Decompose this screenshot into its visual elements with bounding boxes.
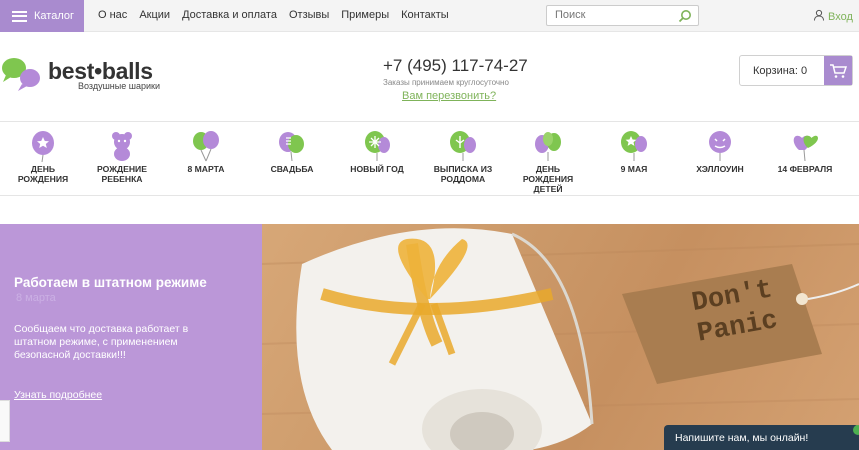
- phone-number[interactable]: +7 (495) 117-74-27: [383, 56, 528, 76]
- callback-link[interactable]: Вам перезвонить?: [402, 90, 496, 102]
- catalog-label: Каталог: [34, 10, 74, 22]
- user-icon: [813, 9, 825, 24]
- cart-icon: [824, 56, 852, 85]
- wedding-balloons-icon: [279, 132, 304, 162]
- category-new-year[interactable]: Новый год: [345, 130, 409, 174]
- cart-label: Корзина: 0: [753, 65, 808, 77]
- category-maternity-discharge[interactable]: Выписка из роддома: [431, 130, 495, 184]
- online-status-icon: [853, 425, 859, 435]
- search-input[interactable]: [555, 9, 675, 21]
- category-birthday[interactable]: День рождения: [11, 130, 75, 184]
- search-box: [546, 5, 699, 26]
- heart-balloons-icon: [793, 135, 818, 162]
- nav-promotions[interactable]: Акции: [139, 9, 170, 21]
- pumpkin-balloon-icon: [709, 131, 731, 161]
- top-nav: О нас Акции Доставка и оплата Отзывы При…: [98, 9, 449, 21]
- stork-balloon-icon: [450, 131, 476, 161]
- chat-label: Напишите нам, мы онлайн!: [675, 432, 809, 444]
- logo-balloons-icon[interactable]: [0, 56, 46, 99]
- nav-delivery[interactable]: Доставка и оплата: [182, 9, 277, 21]
- brand-tagline: Воздушные шарики: [78, 81, 160, 91]
- site-header: best•balls Воздушные шарики +7 (495) 117…: [0, 33, 859, 122]
- category-kids-birthday[interactable]: День рождения детей: [516, 130, 580, 194]
- category-label: День рождения: [17, 164, 69, 184]
- chat-widget[interactable]: Напишите нам, мы онлайн!: [664, 425, 859, 450]
- recaptcha-badge[interactable]: [0, 400, 10, 442]
- nav-about[interactable]: О нас: [98, 9, 127, 21]
- login-label: Вход: [828, 10, 853, 23]
- category-wedding[interactable]: Свадьба: [260, 130, 324, 174]
- catalog-button[interactable]: Каталог: [0, 0, 84, 32]
- promo-title: Работаем в штатном режиме: [14, 275, 207, 290]
- top-bar: Каталог О нас Акции Доставка и оплата От…: [0, 0, 859, 32]
- category-label: 9 мая: [620, 164, 648, 174]
- category-newborn[interactable]: Рождение ребенка: [90, 130, 154, 184]
- category-label: Новый год: [350, 164, 404, 174]
- category-halloween[interactable]: Хэллоуин: [688, 130, 752, 174]
- cart-button[interactable]: Корзина: 0: [739, 55, 853, 86]
- balloon-star-icon: [32, 131, 54, 162]
- login-link[interactable]: Вход: [813, 9, 853, 24]
- phone-note: Заказы принимаем круглосуточно: [383, 78, 509, 87]
- kids-balloons-icon: [535, 132, 561, 161]
- star-balloon-icon: [621, 131, 647, 161]
- category-may-9[interactable]: 9 мая: [602, 130, 666, 174]
- category-label: Рождение ребенка: [97, 164, 147, 184]
- teddy-bear-icon: [112, 132, 132, 161]
- category-label: Свадьба: [270, 164, 314, 174]
- nav-examples[interactable]: Примеры: [341, 9, 389, 21]
- search-icon[interactable]: [678, 9, 692, 28]
- category-label: Выписка из роддома: [433, 164, 493, 184]
- hero-photo[interactable]: Don't Panic: [262, 224, 859, 450]
- category-valentines[interactable]: 14 февраля: [773, 130, 837, 174]
- learn-more-link[interactable]: Узнать подробнее: [14, 389, 102, 401]
- category-bar: День рождения Рождение ребенка 8 марта С…: [0, 124, 859, 196]
- category-label: Хэллоуин: [696, 164, 744, 174]
- promo-ghost-text: 8 марта: [16, 292, 56, 304]
- category-label: День рождения детей: [522, 164, 574, 194]
- snowflake-balloon-icon: [365, 131, 390, 161]
- nav-contacts[interactable]: Контакты: [401, 9, 449, 21]
- category-label: 8 марта: [187, 164, 225, 174]
- menu-icon: [12, 10, 27, 22]
- category-label: 14 февраля: [777, 164, 833, 174]
- hero-slider: 8 марта Работаем в штатном режиме Сообща…: [0, 224, 859, 450]
- promo-panel: 8 марта Работаем в штатном режиме Сообща…: [0, 224, 262, 450]
- nav-reviews[interactable]: Отзывы: [289, 9, 329, 21]
- balloons-icon: [193, 131, 219, 162]
- category-march-8[interactable]: 8 марта: [174, 130, 238, 174]
- promo-text: Сообщаем что доставка работает в штатном…: [14, 323, 189, 361]
